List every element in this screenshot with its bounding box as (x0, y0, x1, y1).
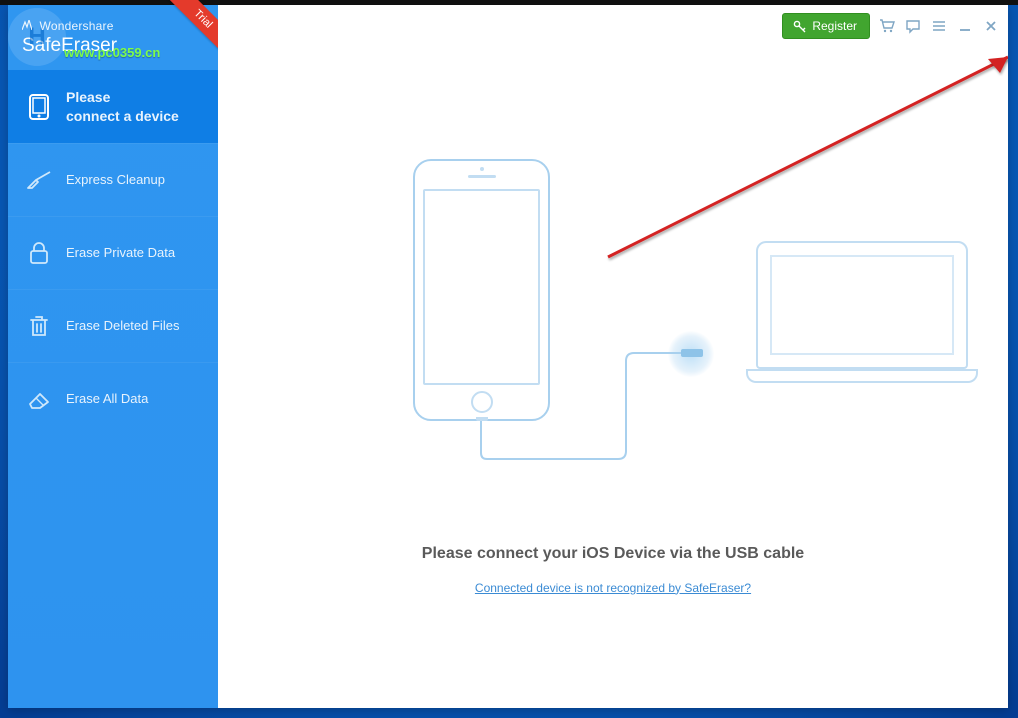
sidebar-nav: Please connect a device Express Cleanup … (8, 70, 218, 435)
main-pane: Register (218, 5, 1008, 708)
connect-illustration (308, 159, 888, 489)
sidebar-item-label: Please connect a device (66, 88, 179, 126)
app-window: H Wondershare SafeEraser www.pc0359.cn T… (8, 5, 1008, 708)
lock-icon (26, 240, 52, 266)
sidebar-item-erase-deleted[interactable]: Erase Deleted Files (8, 289, 218, 362)
sidebar-item-express-cleanup[interactable]: Express Cleanup (8, 143, 218, 216)
phone-icon (26, 94, 52, 120)
main-content: Please connect your iOS Device via the U… (218, 5, 1008, 708)
not-recognized-link[interactable]: Connected device is not recognized by Sa… (475, 581, 751, 595)
usb-plug-graphic (681, 349, 703, 357)
brand-area: H Wondershare SafeEraser www.pc0359.cn T… (8, 5, 218, 70)
connect-headline: Please connect your iOS Device via the U… (422, 545, 804, 563)
trial-ribbon: Trial (164, 0, 224, 59)
sidebar-item-label: Erase Private Data (66, 244, 175, 262)
trash-icon (26, 313, 52, 339)
laptop-graphic (746, 241, 978, 383)
sidebar: H Wondershare SafeEraser www.pc0359.cn T… (8, 5, 218, 708)
sidebar-item-erase-private[interactable]: Erase Private Data (8, 216, 218, 289)
sidebar-item-label: Express Cleanup (66, 171, 165, 189)
broom-icon (26, 167, 52, 193)
sidebar-item-connect[interactable]: Please connect a device (8, 70, 218, 143)
sidebar-item-erase-all[interactable]: Erase All Data (8, 362, 218, 435)
sidebar-item-label: Erase All Data (66, 390, 148, 408)
phone-graphic (413, 159, 550, 421)
eraser-icon (26, 386, 52, 412)
sidebar-item-label: Erase Deleted Files (66, 317, 179, 335)
